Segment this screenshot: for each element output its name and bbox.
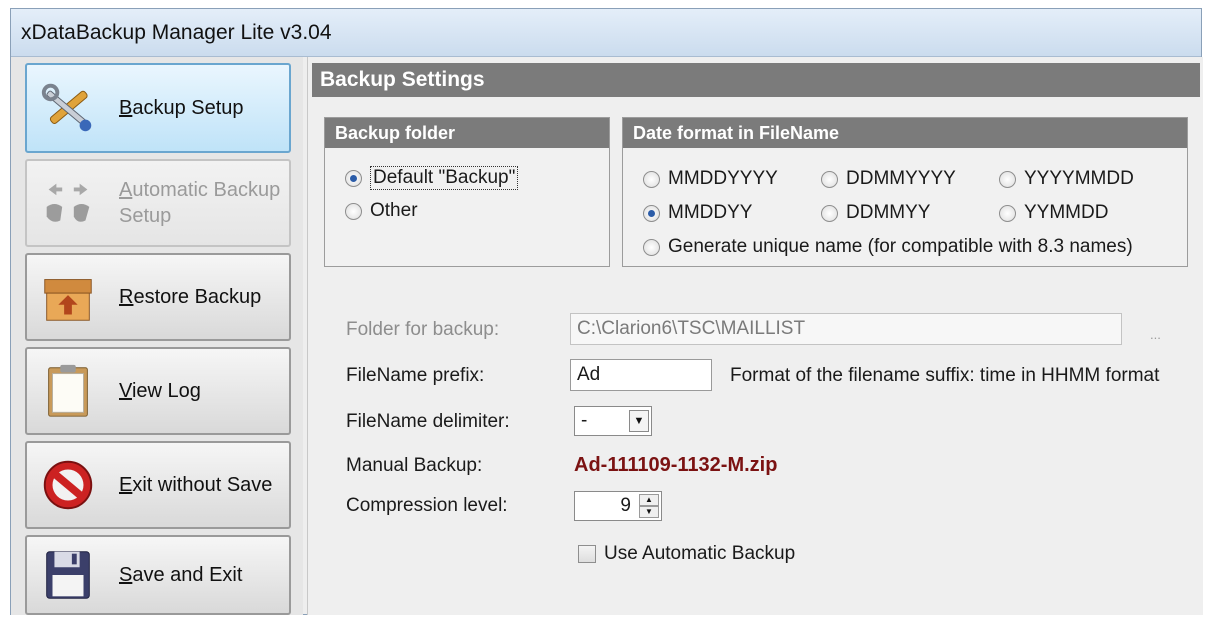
backup-setup-accel: B xyxy=(119,97,133,119)
radio-indicator xyxy=(643,170,660,188)
exit-without-save-button[interactable]: Exit without Save xyxy=(25,441,291,529)
radio-default-backup-label: Default "Backup" xyxy=(370,166,519,190)
use-automatic-backup-checkbox[interactable]: Use Automatic Backup xyxy=(578,543,795,565)
sidebar: Backup Setup Automatic Backup Setup Resto… xyxy=(11,57,303,615)
filename-prefix-field[interactable]: Ad xyxy=(570,359,712,391)
radio-mmddyyyy[interactable]: MMDDYYYY xyxy=(643,168,778,190)
automatic-backup-icon xyxy=(46,183,90,222)
filename-suffix-hint: Format of the filename suffix: time in H… xyxy=(730,365,1160,386)
radio-other-label: Other xyxy=(370,200,418,221)
spin-down-icon[interactable]: ▼ xyxy=(639,506,659,518)
save-and-exit-button[interactable]: Save and Exit xyxy=(25,535,291,615)
radio-unique-name[interactable]: Generate unique name (for compatible wit… xyxy=(643,236,1133,258)
restore-box-icon xyxy=(44,279,92,321)
radio-ddmmyy[interactable]: DDMMYY xyxy=(821,202,930,224)
radio-default-backup[interactable]: Default "Backup" xyxy=(345,166,519,190)
radio-indicator xyxy=(999,170,1016,188)
manual-backup-filename: Ad-111109-1132-M.zip xyxy=(574,454,778,476)
radio-other[interactable]: Other xyxy=(345,200,418,222)
radio-indicator xyxy=(821,204,838,222)
radio-yyyymmdd[interactable]: YYYYMMDD xyxy=(999,168,1134,190)
exit-without-save-accel: E xyxy=(119,474,133,496)
floppy-disk-icon xyxy=(46,551,90,599)
automatic-backup-text: utomatic Backup xyxy=(132,179,281,201)
radio-unique-name-label: Generate unique name (for compatible wit… xyxy=(668,236,1133,257)
date-format-title: Date format in FileName xyxy=(623,118,1187,148)
radio-indicator xyxy=(643,238,660,256)
exit-without-save-label: Exit without Save xyxy=(119,472,272,498)
backup-folder-title: Backup folder xyxy=(325,118,609,148)
compression-level-value: 9 xyxy=(620,495,631,516)
filename-delimiter-value: - xyxy=(581,410,588,431)
radio-ddmmyyyy-label: DDMMYYYY xyxy=(846,168,956,189)
backup-setup-text: ackup Setup xyxy=(132,97,244,119)
restore-backup-accel: R xyxy=(119,286,134,308)
radio-ddmmyyyy[interactable]: DDMMYYYY xyxy=(821,168,956,190)
view-log-accel: V xyxy=(119,380,132,402)
radio-mmddyy-label: MMDDYY xyxy=(668,202,753,223)
checkbox-box xyxy=(578,545,596,563)
save-and-exit-label: Save and Exit xyxy=(119,562,242,588)
radio-selected-indicator xyxy=(345,169,362,187)
view-log-label: View Log xyxy=(119,378,201,404)
filename-delimiter-select[interactable]: - ▼ xyxy=(574,406,652,436)
save-and-exit-accel: S xyxy=(119,564,133,586)
backup-setup-label: Backup Setup xyxy=(119,95,244,121)
backup-setup-button[interactable]: Backup Setup xyxy=(25,63,291,153)
automatic-backup-setup-button[interactable]: Automatic Backup Setup xyxy=(25,159,291,247)
compression-level-label: Compression level: xyxy=(346,495,508,516)
filename-delimiter-label: FileName delimiter: xyxy=(346,411,510,432)
clipboard-log-icon xyxy=(48,364,88,417)
restore-backup-label: Restore Backup xyxy=(119,284,261,310)
compression-level-spinner[interactable]: 9 ▲ ▼ xyxy=(574,491,662,521)
automatic-backup-label: Automatic Backup Setup xyxy=(119,177,280,229)
manual-backup-label: Manual Backup: xyxy=(346,455,483,476)
radio-indicator xyxy=(345,202,362,220)
view-log-text: iew Log xyxy=(131,380,201,402)
radio-mmddyy[interactable]: MMDDYY xyxy=(643,202,752,224)
radio-yymmdd-label: YYMMDD xyxy=(1024,202,1109,223)
folder-for-backup-label: Folder for backup: xyxy=(346,319,500,340)
browse-folder-button[interactable]: ... xyxy=(1150,327,1161,342)
restore-backup-text: estore Backup xyxy=(133,286,262,308)
date-format-group: Date format in FileName MMDDYYYY DDMMYYY… xyxy=(622,117,1188,267)
exit-without-save-text: xit without Save xyxy=(132,474,273,496)
section-title: Backup Settings xyxy=(312,63,1200,97)
chevron-down-icon[interactable]: ▼ xyxy=(629,410,649,432)
backup-folder-group: Backup folder Default "Backup" Other xyxy=(324,117,610,267)
app-window: xDataBackup Manager Lite v3.04 Backup Se… xyxy=(10,8,1203,615)
no-entry-icon xyxy=(43,460,93,510)
window-title: xDataBackup Manager Lite v3.04 xyxy=(21,20,332,44)
automatic-backup-text-line2: Setup xyxy=(119,205,172,227)
radio-yyyymmdd-label: YYYYMMDD xyxy=(1024,168,1134,189)
radio-ddmmyy-label: DDMMYY xyxy=(846,202,931,223)
radio-selected-indicator xyxy=(643,204,660,222)
filename-prefix-label: FileName prefix: xyxy=(346,365,485,386)
radio-indicator xyxy=(821,170,838,188)
automatic-backup-accel: A xyxy=(119,179,133,201)
use-automatic-backup-label: Use Automatic Backup xyxy=(604,543,796,564)
spin-up-icon[interactable]: ▲ xyxy=(639,494,659,506)
radio-yymmdd[interactable]: YYMMDD xyxy=(999,202,1108,224)
view-log-button[interactable]: View Log xyxy=(25,347,291,435)
radio-indicator xyxy=(999,204,1016,222)
title-bar: xDataBackup Manager Lite v3.04 xyxy=(11,9,1201,57)
tools-icon xyxy=(41,83,92,132)
spinner-buttons: ▲ ▼ xyxy=(639,494,659,518)
main-panel: Backup Settings Backup folder Default "B… xyxy=(307,57,1203,615)
radio-mmddyyyy-label: MMDDYYYY xyxy=(668,168,778,189)
folder-for-backup-field[interactable]: C:\Clarion6\TSC\MAILLIST xyxy=(570,313,1122,345)
restore-backup-button[interactable]: Restore Backup xyxy=(25,253,291,341)
save-and-exit-text: ave and Exit xyxy=(132,564,243,586)
